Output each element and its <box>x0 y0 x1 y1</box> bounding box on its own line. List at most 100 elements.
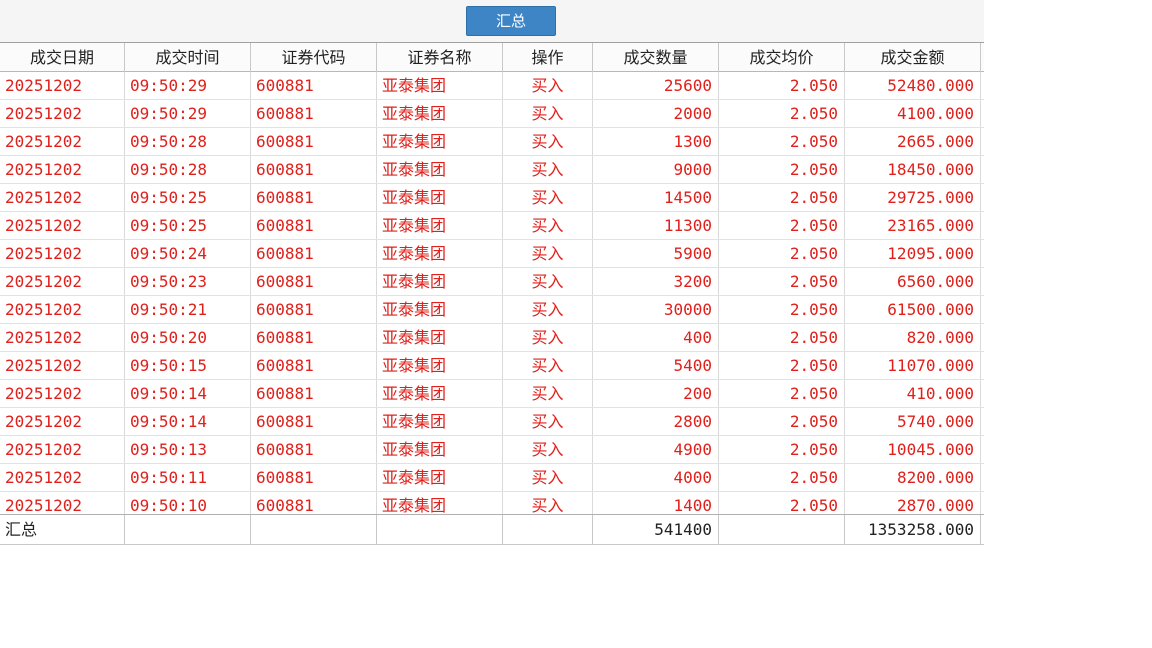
column-header-quantity[interactable]: 成交数量 <box>593 43 719 72</box>
summary-empty-cell <box>125 515 251 544</box>
column-header-time[interactable]: 成交时间 <box>125 43 251 72</box>
cell-name: 亚泰集团 <box>377 212 503 239</box>
column-header-name[interactable]: 证券名称 <box>377 43 503 72</box>
table-row[interactable]: 20251202 09:50:28 600881 亚泰集团 买入 1300 2.050 266… <box>0 128 984 156</box>
cell-avg-price: 2.050 <box>719 184 845 211</box>
cell-time: 09:50:15 <box>125 352 251 379</box>
summary-row: 汇总 541400 1353258.000 <box>0 514 984 545</box>
summary-empty-cell <box>719 515 845 544</box>
column-header-avg-price[interactable]: 成交均价 <box>719 43 845 72</box>
cell-operation: 买入 <box>503 240 593 267</box>
cell-quantity: 400 <box>593 324 719 351</box>
cell-date: 20251202 <box>0 324 125 351</box>
cell-date: 20251202 <box>0 184 125 211</box>
table-row[interactable]: 20251202 09:50:25 600881 亚泰集团 买入 14500 2.050 29… <box>0 184 984 212</box>
column-header-operation[interactable]: 操作 <box>503 43 593 72</box>
cell-amount: 23165.000 <box>845 212 981 239</box>
table-row[interactable]: 20251202 09:50:29 600881 亚泰集团 买入 25600 2.050 52… <box>0 72 984 100</box>
cell-code: 600881 <box>251 296 377 323</box>
cell-date: 20251202 <box>0 436 125 463</box>
table-row[interactable]: 20251202 09:50:10 600881 亚泰集团 买入 1400 2.050 287… <box>0 492 984 514</box>
cell-date: 20251202 <box>0 296 125 323</box>
cell-operation: 买入 <box>503 436 593 463</box>
summary-amount: 1353258.000 <box>845 515 981 544</box>
cell-amount: 61500.000 <box>845 296 981 323</box>
column-header-date[interactable]: 成交日期 <box>0 43 125 72</box>
trade-records-window: 汇总 成交日期 成交时间 证券代码 证券名称 操作 成交数量 成交均价 成交金额… <box>0 0 1152 648</box>
cell-amount: 29725.000 <box>845 184 981 211</box>
cell-amount: 11070.000 <box>845 352 981 379</box>
table-row[interactable]: 20251202 09:50:20 600881 亚泰集团 买入 400 2.050 820.… <box>0 324 984 352</box>
cell-time: 09:50:11 <box>125 464 251 491</box>
table-row[interactable]: 20251202 09:50:24 600881 亚泰集团 买入 5900 2.050 120… <box>0 240 984 268</box>
cell-avg-price: 2.050 <box>719 212 845 239</box>
cell-amount: 52480.000 <box>845 72 981 99</box>
cell-name: 亚泰集团 <box>377 72 503 99</box>
cell-avg-price: 2.050 <box>719 352 845 379</box>
cell-code: 600881 <box>251 100 377 127</box>
cell-avg-price: 2.050 <box>719 408 845 435</box>
summary-label: 汇总 <box>0 515 125 544</box>
cell-operation: 买入 <box>503 324 593 351</box>
cell-operation: 买入 <box>503 352 593 379</box>
table-row[interactable]: 20251202 09:50:15 600881 亚泰集团 买入 5400 2.050 110… <box>0 352 984 380</box>
cell-quantity: 30000 <box>593 296 719 323</box>
table-row[interactable]: 20251202 09:50:14 600881 亚泰集团 买入 2800 2.050 574… <box>0 408 984 436</box>
cell-quantity: 2800 <box>593 408 719 435</box>
cell-avg-price: 2.050 <box>719 156 845 183</box>
cell-code: 600881 <box>251 436 377 463</box>
cell-avg-price: 2.050 <box>719 464 845 491</box>
cell-code: 600881 <box>251 156 377 183</box>
cell-quantity: 4900 <box>593 436 719 463</box>
cell-date: 20251202 <box>0 156 125 183</box>
table-row[interactable]: 20251202 09:50:28 600881 亚泰集团 买入 9000 2.050 184… <box>0 156 984 184</box>
table-row[interactable]: 20251202 09:50:14 600881 亚泰集团 买入 200 2.050 410.… <box>0 380 984 408</box>
cell-name: 亚泰集团 <box>377 156 503 183</box>
table-row[interactable]: 20251202 09:50:13 600881 亚泰集团 买入 4900 2.050 100… <box>0 436 984 464</box>
cell-name: 亚泰集团 <box>377 352 503 379</box>
cell-time: 09:50:13 <box>125 436 251 463</box>
cell-code: 600881 <box>251 380 377 407</box>
cell-date: 20251202 <box>0 352 125 379</box>
cell-operation: 买入 <box>503 492 593 514</box>
column-header-code[interactable]: 证券代码 <box>251 43 377 72</box>
cell-date: 20251202 <box>0 240 125 267</box>
cell-code: 600881 <box>251 492 377 514</box>
cell-code: 600881 <box>251 352 377 379</box>
table-row[interactable]: 20251202 09:50:25 600881 亚泰集团 买入 11300 2.050 23… <box>0 212 984 240</box>
cell-code: 600881 <box>251 184 377 211</box>
cell-amount: 410.000 <box>845 380 981 407</box>
table-row[interactable]: 20251202 09:50:11 600881 亚泰集团 买入 4000 2.050 820… <box>0 464 984 492</box>
table-body[interactable]: 20251202 09:50:29 600881 亚泰集团 买入 25600 2.050 52… <box>0 72 984 514</box>
cell-time: 09:50:24 <box>125 240 251 267</box>
cell-name: 亚泰集团 <box>377 240 503 267</box>
toolbar: 汇总 <box>0 0 984 42</box>
cell-quantity: 11300 <box>593 212 719 239</box>
cell-name: 亚泰集团 <box>377 268 503 295</box>
cell-avg-price: 2.050 <box>719 240 845 267</box>
cell-date: 20251202 <box>0 464 125 491</box>
table-row[interactable]: 20251202 09:50:21 600881 亚泰集团 买入 30000 2.050 61… <box>0 296 984 324</box>
cell-code: 600881 <box>251 128 377 155</box>
cell-date: 20251202 <box>0 268 125 295</box>
table-row[interactable]: 20251202 09:50:23 600881 亚泰集团 买入 3200 2.050 656… <box>0 268 984 296</box>
summary-quantity: 541400 <box>593 515 719 544</box>
summary-button[interactable]: 汇总 <box>466 6 556 36</box>
cell-amount: 4100.000 <box>845 100 981 127</box>
cell-time: 09:50:14 <box>125 380 251 407</box>
cell-operation: 买入 <box>503 212 593 239</box>
cell-avg-price: 2.050 <box>719 492 845 514</box>
cell-operation: 买入 <box>503 268 593 295</box>
cell-avg-price: 2.050 <box>719 100 845 127</box>
cell-operation: 买入 <box>503 464 593 491</box>
cell-code: 600881 <box>251 240 377 267</box>
cell-date: 20251202 <box>0 492 125 514</box>
cell-avg-price: 2.050 <box>719 324 845 351</box>
table-row[interactable]: 20251202 09:50:29 600881 亚泰集团 买入 2000 2.050 410… <box>0 100 984 128</box>
column-header-amount[interactable]: 成交金额 <box>845 43 981 72</box>
cell-amount: 2870.000 <box>845 492 981 514</box>
cell-name: 亚泰集团 <box>377 380 503 407</box>
table-header: 成交日期 成交时间 证券代码 证券名称 操作 成交数量 成交均价 成交金额 <box>0 42 984 72</box>
cell-date: 20251202 <box>0 212 125 239</box>
cell-quantity: 4000 <box>593 464 719 491</box>
